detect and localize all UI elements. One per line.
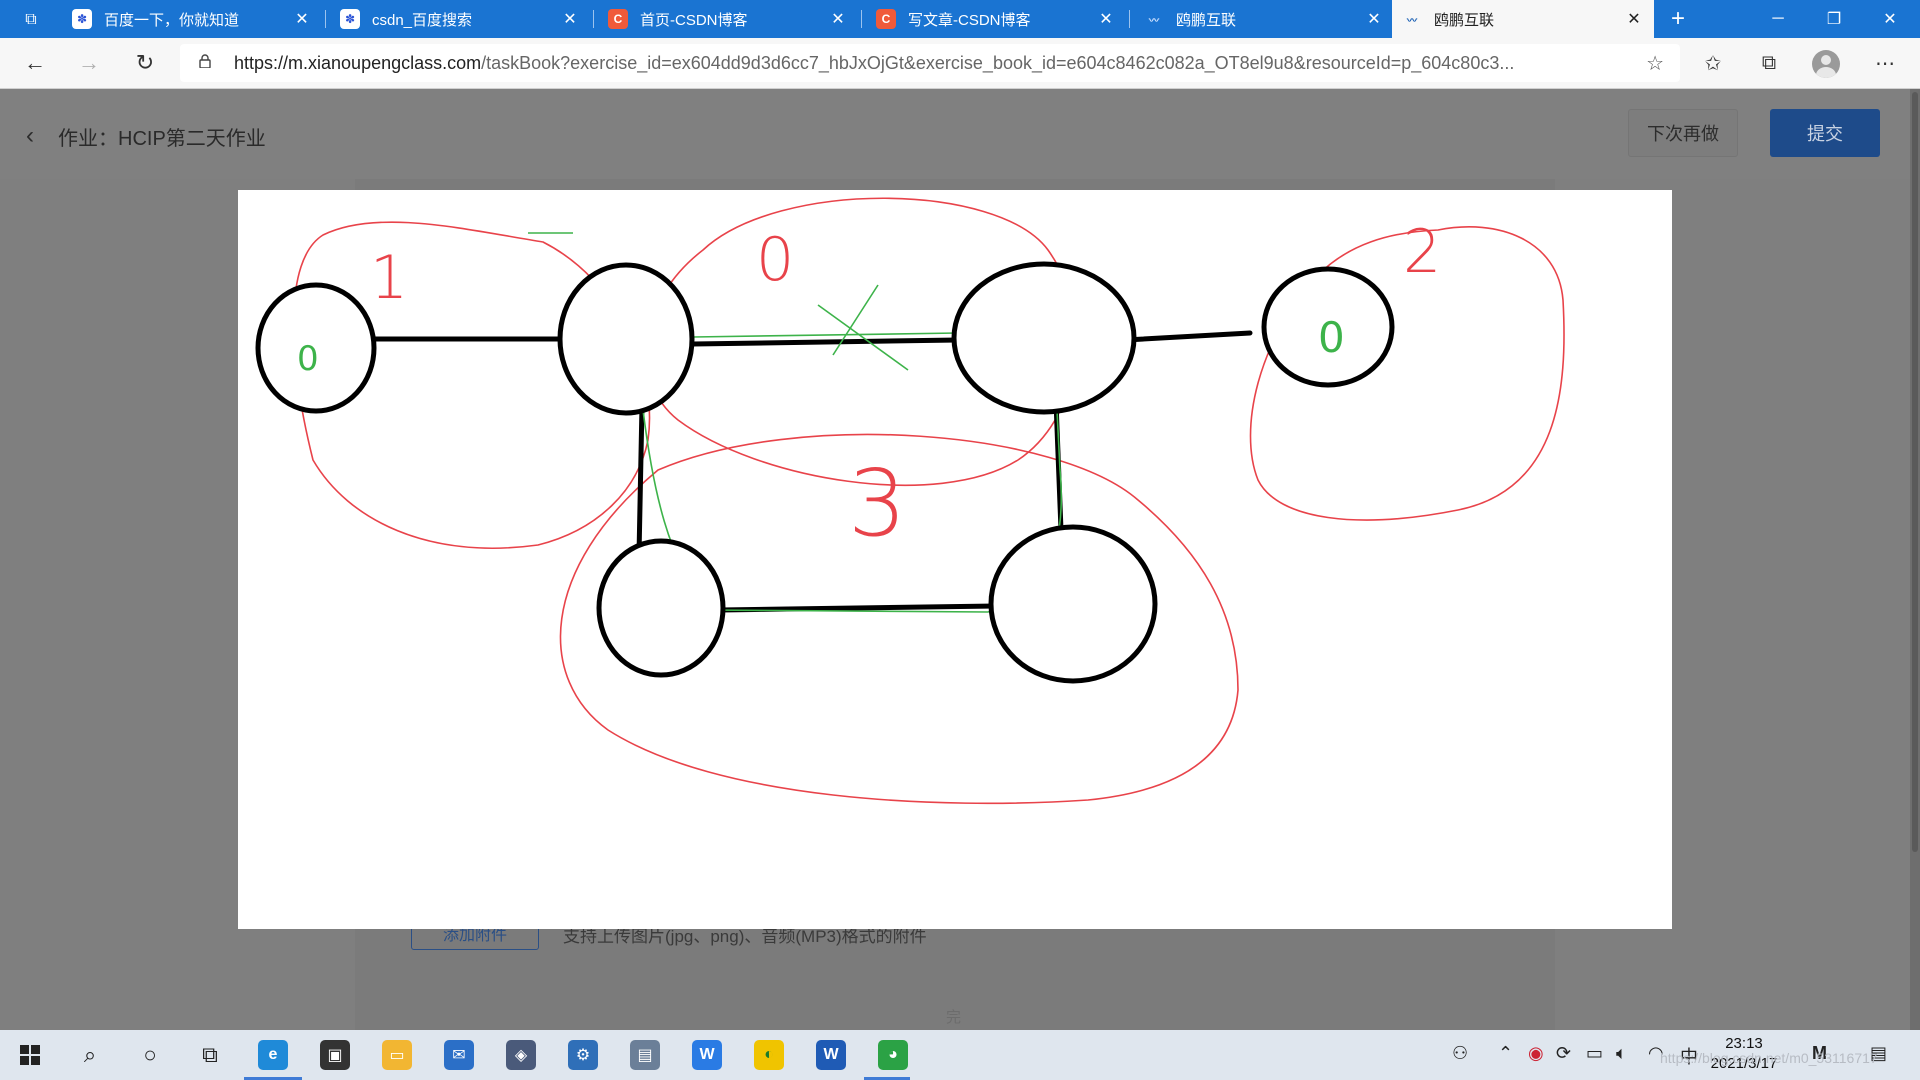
- tab-label: 写文章-CSDN博客: [908, 11, 1031, 29]
- url-text: https://m.xianoupengclass.com/taskBook?e…: [234, 53, 1624, 74]
- minimize-button[interactable]: ─: [1750, 0, 1806, 38]
- close-icon[interactable]: ✕: [1096, 9, 1116, 29]
- volume-icon[interactable]: 🔈︎: [1616, 1043, 1627, 1064]
- more-menu-icon[interactable]: ⋯: [1868, 47, 1902, 79]
- sync-icon[interactable]: ⟳: [1556, 1043, 1571, 1064]
- close-icon[interactable]: ✕: [292, 9, 312, 29]
- node-bottom-left: [596, 538, 726, 678]
- green-top-path: [692, 332, 959, 338]
- profile-avatar-icon[interactable]: [1812, 50, 1840, 78]
- search-icon[interactable]: ⌕: [70, 1037, 110, 1073]
- watermark: https://blog.csdn.net/m0_53116717: [1660, 1050, 1878, 1066]
- tab-label: 百度一下，你就知道: [104, 11, 240, 29]
- close-window-button[interactable]: ✕: [1862, 0, 1918, 38]
- security-app-icon[interactable]: ◈: [506, 1040, 536, 1070]
- ouepeng-logo-icon: 〰: [1407, 15, 1417, 27]
- edge-browser-icon[interactable]: e: [258, 1040, 288, 1070]
- node-bottom-right: [988, 524, 1158, 684]
- people-icon[interactable]: ⚇: [1452, 1043, 1468, 1064]
- zone-label-3: 3: [848, 450, 907, 557]
- tab-actions-icon[interactable]: ⧉: [10, 7, 52, 33]
- node-label-left: 0: [297, 339, 319, 379]
- tab-divider: [593, 10, 594, 28]
- tab-ouepeng-active[interactable]: 〰 鸥鹏互联 ✕: [1392, 0, 1654, 38]
- new-tab-button[interactable]: +: [1663, 4, 1693, 34]
- tab-divider: [325, 10, 326, 28]
- tab-label: 鸥鹏互联: [1176, 11, 1237, 29]
- nodes: [255, 261, 1395, 684]
- green-cross-line-1: [817, 304, 909, 371]
- zone-label-0: 0: [756, 225, 794, 295]
- page-header: ‹ 作业：HCIP第二天作业 下次再做 提交: [0, 89, 1920, 179]
- tab-ouepeng-1[interactable]: 〰 鸥鹏互联 ✕: [1134, 0, 1394, 38]
- tab-divider: [1129, 10, 1130, 28]
- tab-csdn-home[interactable]: C 首页-CSDN博客 ✕: [598, 0, 858, 38]
- tab-label: csdn_百度搜索: [372, 11, 473, 29]
- zone-label-1: 1: [370, 243, 408, 313]
- wps-icon[interactable]: W: [692, 1040, 722, 1070]
- forward-button[interactable]: →: [72, 47, 106, 79]
- tab-label: 首页-CSDN博客: [640, 11, 748, 29]
- node-center-right: [951, 261, 1137, 415]
- zone-label-2: 2: [1403, 217, 1441, 287]
- chevron-up-icon[interactable]: ⌃: [1498, 1043, 1513, 1064]
- tab-divider: [861, 10, 862, 28]
- image-preview: 1 0 2 3 0 0: [238, 190, 1672, 929]
- back-button[interactable]: ←: [18, 47, 52, 79]
- store-icon[interactable]: ▣: [320, 1040, 350, 1070]
- close-icon[interactable]: ✕: [1364, 9, 1384, 29]
- browser-tab-strip: ⧉ ✽ 百度一下，你就知道 ✕ ✽ csdn_百度搜索 ✕ C 首页-CSDN博…: [0, 0, 1920, 38]
- baidu-paw-icon: ✽: [340, 9, 360, 29]
- network-sketch: 1 0 2 3 0 0: [255, 197, 1565, 805]
- mail-icon[interactable]: ✉: [444, 1040, 474, 1070]
- ouepeng-logo-icon: 〰: [1149, 15, 1159, 27]
- node-label-right: 0: [1318, 313, 1345, 362]
- task-view-icon[interactable]: ⧉: [190, 1037, 230, 1073]
- address-bar[interactable]: https://m.xianoupengclass.com/taskBook?e…: [180, 44, 1680, 82]
- favorites-icon[interactable]: ✩: [1696, 47, 1730, 79]
- baidu-paw-icon: ✽: [72, 9, 92, 29]
- refresh-button[interactable]: ↻: [128, 47, 162, 79]
- browser-toolbar: ← → ↻ https://m.xianoupengclass.com/task…: [0, 38, 1920, 89]
- tab-baidu-home[interactable]: ✽ 百度一下，你就知道 ✕: [62, 0, 322, 38]
- submit-button[interactable]: 提交: [1770, 109, 1880, 157]
- wechat-icon[interactable]: ◕: [878, 1040, 908, 1070]
- windows-taskbar: ⌕ ○ ⧉ e ▣ ▭ ✉ ◈ ⚙ ▤ W ◐ W ◕ ⚇ ⌃ ◉ ⟳ ▭ 🔈︎…: [0, 1030, 1920, 1080]
- lock-icon: [199, 54, 211, 68]
- browser-app-icon[interactable]: ◐: [754, 1040, 784, 1070]
- link-top: [690, 337, 961, 347]
- cortana-icon[interactable]: ○: [130, 1037, 170, 1073]
- chevron-left-icon[interactable]: ‹: [26, 122, 34, 150]
- battery-icon[interactable]: ▭: [1586, 1043, 1603, 1064]
- close-icon[interactable]: ✕: [560, 9, 580, 29]
- collections-icon[interactable]: ⧉: [1752, 47, 1786, 79]
- word-icon[interactable]: W: [816, 1040, 846, 1070]
- virtualbox-icon[interactable]: ▤: [630, 1040, 660, 1070]
- end-marker: 完: [946, 1009, 962, 1026]
- csdn-c-icon: C: [876, 9, 896, 29]
- qq-icon[interactable]: ◉: [1528, 1043, 1544, 1064]
- save-later-button[interactable]: 下次再做: [1628, 109, 1738, 157]
- link-left-vertical: [636, 402, 645, 558]
- windows-start-icon[interactable]: [10, 1037, 50, 1073]
- url-path: /taskBook?exercise_id=ex604dd9d3d6cc7_hb…: [481, 53, 1515, 73]
- url-host: https://m.xianoupengclass.com: [234, 53, 482, 73]
- scrollbar-thumb[interactable]: [1912, 92, 1918, 852]
- page-title: 作业：HCIP第二天作业: [58, 128, 266, 150]
- close-icon[interactable]: ✕: [1624, 9, 1644, 29]
- csdn-c-icon: C: [608, 9, 628, 29]
- link-bottom: [717, 603, 999, 613]
- ensp-app-icon[interactable]: ⚙: [568, 1040, 598, 1070]
- link-right: [1123, 330, 1253, 343]
- tab-csdn-write[interactable]: C 写文章-CSDN博客 ✕: [866, 0, 1126, 38]
- file-explorer-icon[interactable]: ▭: [382, 1040, 412, 1070]
- restore-button[interactable]: ❐: [1806, 0, 1862, 38]
- tab-csdn-search[interactable]: ✽ csdn_百度搜索 ✕: [330, 0, 590, 38]
- tab-label: 鸥鹏互联: [1434, 11, 1495, 29]
- close-icon[interactable]: ✕: [828, 9, 848, 29]
- node-center-left: [557, 262, 695, 416]
- add-favorite-icon[interactable]: ☆: [1646, 51, 1664, 76]
